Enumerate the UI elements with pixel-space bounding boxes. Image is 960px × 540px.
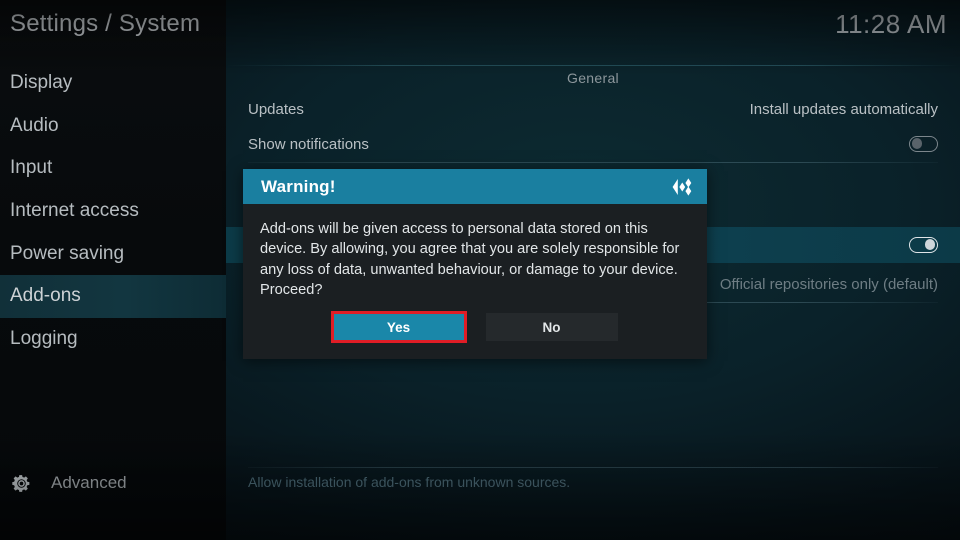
sidebar-item-audio[interactable]: Audio	[0, 105, 226, 148]
sidebar-item-label: Add-ons	[10, 285, 81, 307]
content-top-divider	[226, 65, 960, 66]
sidebar-item-add-ons[interactable]: Add-ons	[0, 274, 226, 318]
sidebar-item-internet-access[interactable]: Internet access	[0, 190, 226, 233]
sidebar-item-label: Power saving	[10, 242, 125, 264]
show-notifications-toggle[interactable]	[909, 136, 938, 152]
toggle-knob	[924, 239, 936, 250]
dialog-header: Warning!	[243, 169, 707, 204]
setting-value: Install updates automatically	[749, 100, 938, 118]
settings-group-title: General	[567, 70, 619, 86]
page-title: Settings / System	[10, 10, 201, 37]
setting-label: Show notifications	[248, 135, 369, 153]
sidebar-item-label: Audio	[10, 114, 59, 136]
unknown-sources-toggle[interactable]	[909, 237, 938, 253]
kodi-settings-screen: Settings / System 11:28 AM Display Audio…	[0, 0, 960, 540]
kodi-logo-icon	[670, 174, 696, 200]
dialog-title: Warning!	[261, 176, 336, 196]
warning-dialog: Warning! Add-ons will be given access to…	[243, 169, 707, 359]
sidebar-item-label: Internet access	[10, 200, 139, 222]
sidebar-item-logging[interactable]: Logging	[0, 318, 226, 361]
sidebar-item-label: Logging	[10, 327, 78, 349]
description-divider	[248, 467, 938, 468]
sidebar: Display Audio Input Internet access Powe…	[0, 62, 226, 462]
setting-row-updates[interactable]: Updates Install updates automatically	[226, 91, 960, 127]
row-divider	[248, 162, 938, 163]
sidebar-item-advanced[interactable]: Advanced	[0, 462, 226, 504]
sidebar-advanced-label: Advanced	[51, 473, 127, 492]
sidebar-item-power-saving[interactable]: Power saving	[0, 232, 226, 275]
clock: 11:28 AM	[835, 9, 947, 39]
sidebar-item-label: Display	[10, 72, 73, 94]
dialog-message: Add-ons will be given access to personal…	[260, 221, 680, 299]
dialog-buttons: Yes No	[243, 311, 707, 343]
gear-icon	[11, 473, 32, 494]
sidebar-item-input[interactable]: Input	[0, 147, 226, 190]
setting-row-show-notifications[interactable]: Show notifications	[226, 126, 960, 162]
setting-value: Official repositories only (default)	[719, 275, 938, 293]
sidebar-item-display[interactable]: Display	[0, 62, 226, 105]
setting-description: Allow installation of add-ons from unkno…	[248, 474, 571, 490]
sidebar-item-label: Input	[10, 157, 53, 179]
toggle-knob	[911, 138, 923, 149]
no-button[interactable]: No	[485, 313, 618, 341]
yes-button[interactable]: Yes	[330, 311, 467, 343]
setting-label: Updates	[248, 100, 304, 118]
